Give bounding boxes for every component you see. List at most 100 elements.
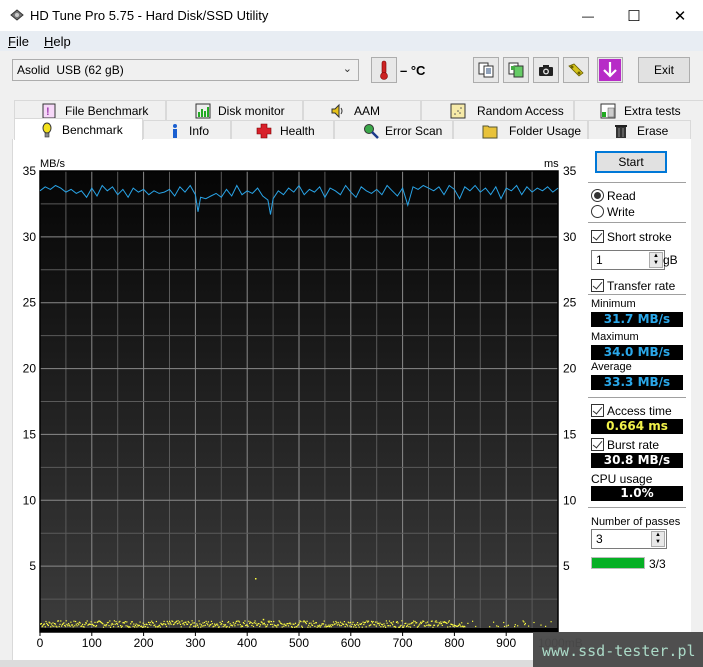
access-time-label: Access time [607, 404, 672, 418]
transfer-rate-label: Transfer rate [607, 279, 676, 293]
maximum-label: Maximum [591, 331, 639, 343]
lightbulb-icon [42, 122, 52, 138]
menu-file-accel: F [8, 34, 16, 49]
watermark-text: www.ssd-tester.pl [542, 642, 696, 660]
read-label: Read [607, 189, 636, 203]
write-label: Write [607, 205, 635, 219]
start-button[interactable]: Start [595, 151, 667, 173]
close-button[interactable]: ✕ [657, 0, 703, 31]
spin-down-icon: ▼ [655, 539, 661, 545]
menu-help[interactable]: Help [44, 34, 71, 49]
spin-down-icon: ▼ [653, 260, 659, 266]
menu-help-label: elp [53, 34, 71, 49]
tab-info[interactable]: Info [143, 120, 231, 140]
disk-monitor-icon [195, 103, 211, 119]
tab-label: Benchmark [62, 123, 123, 137]
copy-text-icon [478, 62, 494, 78]
temperature-button[interactable] [371, 57, 397, 83]
magnifier-icon [364, 124, 379, 139]
divider [588, 294, 686, 295]
tab-label: Random Access [477, 104, 564, 118]
passes-value: 3 [596, 532, 603, 546]
short-stroke-unit: gB [663, 253, 678, 267]
passes-progress-bar [591, 557, 645, 569]
temperature-readout: – °C [400, 63, 426, 78]
passes-input[interactable]: 3 ▲ ▼ [591, 529, 667, 549]
options-wrench-icon [568, 63, 584, 77]
tab-extra-tests[interactable]: Extra tests [574, 100, 703, 120]
minimize-icon: — [582, 8, 594, 23]
burst-rate-value: 30.8 MB/s [591, 453, 683, 468]
short-stroke-checkbox[interactable] [591, 230, 604, 243]
divider [588, 222, 686, 223]
tab-label: AAM [354, 104, 381, 118]
screenshot-camera-icon [539, 65, 553, 76]
write-radio[interactable] [591, 205, 604, 218]
tab-error-scan[interactable]: Error Scan [334, 120, 453, 140]
divider [588, 182, 686, 183]
exit-label: Exit [653, 63, 674, 77]
svg-text:!: ! [46, 106, 50, 118]
tab-label: Erase [637, 124, 669, 138]
hdtune-disk-icon [10, 9, 24, 21]
tab-file-benchmark[interactable]: ! File Benchmark [14, 100, 166, 120]
extra-tests-icon [600, 103, 616, 119]
minimum-label: Minimum [591, 298, 636, 310]
access-time-checkbox[interactable] [591, 404, 604, 417]
average-label: Average [591, 361, 632, 373]
spin-up-icon: ▲ [655, 532, 661, 538]
drive-select[interactable]: Asolid USB (62 gB) ⌄ [12, 59, 359, 81]
copy-image-icon [508, 62, 524, 78]
short-stroke-input[interactable]: 1 ▲ ▼ [591, 250, 665, 270]
spin-arrows[interactable]: ▲ ▼ [651, 531, 665, 547]
options-button[interactable] [563, 57, 589, 83]
tab-erase[interactable]: Erase [588, 120, 691, 140]
window-title: HD Tune Pro 5.75 - Hard Disk/SSD Utility [30, 8, 269, 23]
access-time-value: 0.664 ms [591, 419, 683, 434]
chevron-down-icon: ⌄ [342, 63, 352, 75]
info-icon [173, 124, 177, 138]
menu-bar: File Help [0, 31, 703, 51]
short-stroke-value: 1 [596, 253, 603, 267]
burst-rate-checkbox[interactable] [591, 438, 604, 451]
random-access-icon [450, 103, 466, 119]
thermometer-icon [380, 60, 388, 80]
menu-help-accel: H [44, 34, 54, 49]
speaker-icon [331, 103, 343, 119]
start-label: Start [618, 155, 644, 169]
maximize-icon: ☐ [627, 7, 641, 25]
maximize-button[interactable]: ☐ [611, 0, 657, 31]
health-cross-icon [256, 123, 272, 139]
minimum-value: 31.7 MB/s [591, 312, 683, 327]
file-benchmark-icon: ! [42, 103, 56, 119]
tab-label: Folder Usage [509, 124, 582, 138]
copy-text-button[interactable] [473, 57, 499, 83]
tab-disk-monitor[interactable]: Disk monitor [166, 100, 303, 120]
watermark: www.ssd-tester.pl [533, 632, 703, 667]
passes-label: Number of passes [591, 516, 681, 528]
title-bar: HD Tune Pro 5.75 - Hard Disk/SSD Utility… [0, 0, 703, 31]
copy-image-button[interactable] [503, 57, 529, 83]
benchmark-panel [12, 139, 691, 667]
read-radio[interactable] [591, 189, 604, 202]
screenshot-button[interactable] [533, 57, 559, 83]
drive-select-value: Asolid USB (62 gB) [17, 63, 124, 77]
tab-label: Error Scan [385, 124, 443, 138]
minimize-button[interactable]: — [565, 0, 611, 31]
tab-benchmark[interactable]: Benchmark [14, 118, 143, 140]
tabs-top-row: ! File Benchmark Disk monitor AAM Random… [14, 100, 703, 120]
cpu-usage-label: CPU usage [591, 472, 653, 486]
exit-button[interactable]: Exit [638, 57, 690, 83]
divider [588, 397, 686, 398]
transfer-rate-checkbox[interactable] [591, 279, 604, 292]
save-button[interactable] [597, 57, 623, 83]
tab-random-access[interactable]: Random Access [421, 100, 574, 120]
tab-aam[interactable]: AAM [303, 100, 421, 120]
spin-arrows[interactable]: ▲ ▼ [649, 252, 663, 268]
menu-file[interactable]: File [8, 34, 29, 49]
spin-up-icon: ▲ [653, 253, 659, 259]
tab-health[interactable]: Health [231, 120, 334, 140]
tab-folder-usage[interactable]: Folder Usage [453, 120, 588, 140]
average-value: 33.3 MB/s [591, 375, 683, 390]
passes-progress-text: 3/3 [649, 557, 666, 571]
